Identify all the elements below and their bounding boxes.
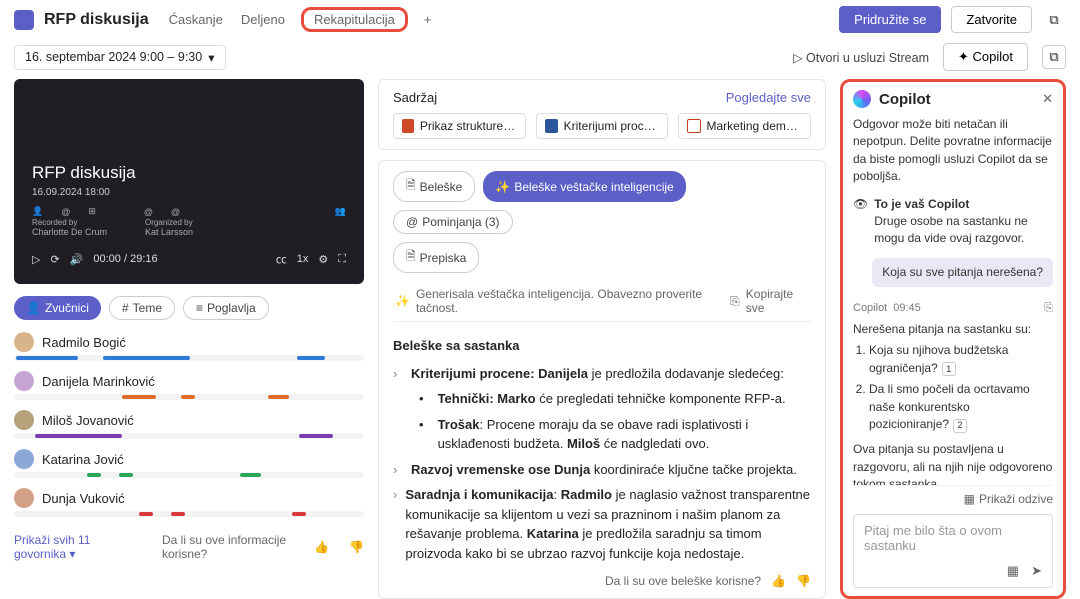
chevron-down-icon: ▾ — [208, 50, 214, 65]
show-all-speakers-link[interactable]: Prikaži svih 11 govornika ▾ — [14, 533, 122, 561]
helpful-label: Da li su ove informacije korisne? — [162, 533, 294, 561]
grid-icon[interactable]: ▦ — [964, 492, 975, 506]
video-player[interactable]: RFP diskusija 16.09.2024 18:00 👤 @⊞ @@ 👥… — [14, 79, 364, 284]
copy-icon[interactable]: ⎘ — [730, 294, 740, 309]
word-icon — [545, 119, 558, 133]
video-file-icon — [687, 119, 700, 133]
content-card: Sadržaj Pogledajte sve Prikaz strukture … — [378, 79, 826, 150]
tab-recap[interactable]: Rekapitulacija — [301, 7, 408, 32]
your-copilot-title: To je vaš Copilot — [874, 197, 969, 211]
your-copilot-text: Druge osobe na sastanku ne mogu da vide … — [874, 213, 1053, 248]
thumbs-down-icon[interactable]: 👎 — [796, 574, 811, 588]
copilot-answer-intro: Nerešena pitanja na sastanku su: — [853, 321, 1053, 338]
tab-ai-notes[interactable]: ✨ Beleške veštačke inteligencije — [483, 171, 685, 202]
copy-all-link[interactable]: Kopirajte sve — [746, 287, 809, 315]
prompt-grid-icon[interactable]: ▦ — [1007, 563, 1019, 579]
themes-pill[interactable]: # Teme — [109, 296, 175, 320]
copilot-input[interactable]: Pitaj me bilo šta o ovom sastanku ▦ ➤ — [853, 514, 1053, 588]
copilot-logo-icon — [853, 90, 871, 108]
tab-notes[interactable]: 🗎 Beleške — [393, 171, 475, 202]
popout-icon[interactable]: ⧉ — [1042, 8, 1066, 32]
ref-badge[interactable]: 1 — [942, 362, 956, 376]
skip-icon[interactable]: ⟳ — [50, 253, 59, 266]
speed-label[interactable]: 1x — [297, 253, 309, 265]
tab-mentions[interactable]: @ Pominjanja (3) — [393, 210, 513, 234]
see-all-link[interactable]: Pogledajte sve — [726, 90, 811, 105]
notes-card: 🗎 Beleške ✨ Beleške veštačke inteligenci… — [378, 160, 826, 599]
video-datetime: 16.09.2024 18:00 — [32, 187, 346, 198]
avatar — [14, 332, 34, 352]
copilot-toggle-button[interactable]: ✦ Copilot — [943, 43, 1028, 71]
speakers-pill[interactable]: 👤 Zvučnici — [14, 296, 101, 320]
chevron-right-icon[interactable]: › — [393, 460, 403, 480]
avatar — [14, 371, 34, 391]
copilot-name: Copilot — [853, 301, 887, 317]
copilot-input-placeholder: Pitaj me bilo šta o ovom sastanku — [864, 523, 1042, 553]
person-icon: 👤 — [32, 206, 43, 217]
cc-icon[interactable]: ㏄ — [276, 251, 287, 267]
speaker-row[interactable]: Miloš Jovanović — [14, 410, 364, 439]
meeting-date-chip[interactable]: 16. septembar 2024 9:00 – 9:30 ▾ — [14, 45, 226, 70]
video-time: 00:00 / 29:16 — [93, 253, 157, 265]
chapters-pill[interactable]: ≡ Poglavlja — [183, 296, 269, 320]
chevron-right-icon[interactable]: › — [393, 364, 403, 384]
chevron-right-icon[interactable]: › — [393, 485, 397, 563]
notes-heading: Beleške sa sastanka — [393, 336, 811, 356]
content-title: Sadržaj — [393, 90, 437, 105]
thumbs-up-icon[interactable]: 👍 — [771, 574, 786, 588]
copy-response-icon[interactable]: ⎘ — [1044, 301, 1053, 317]
group-icon: 👥 — [335, 206, 346, 217]
send-icon[interactable]: ➤ — [1031, 563, 1042, 579]
copilot-time: 09:45 — [893, 301, 921, 317]
close-panel-icon[interactable]: ✕ — [1042, 91, 1053, 107]
copilot-answer-outro: Ova pitanja su postavljena u razgovoru, … — [853, 441, 1053, 485]
powerpoint-icon — [402, 119, 414, 133]
thumbs-down-icon[interactable]: 👎 — [349, 540, 364, 554]
file-chip[interactable]: Marketing demo f... — [678, 113, 811, 139]
speakers-list: Radmilo Bogić Danijela Marinković Miloš … — [14, 332, 364, 527]
sparkle-icon: ✨ — [395, 294, 410, 308]
tab-shared[interactable]: Deljeno — [239, 8, 287, 31]
fullscreen-icon[interactable]: ⛶ — [338, 253, 346, 266]
play-icon[interactable]: ▷ — [32, 253, 40, 266]
tab-chat[interactable]: Ćaskanje — [167, 8, 225, 31]
avatar — [14, 488, 34, 508]
open-stream-link[interactable]: ▷ Otvori u usluzi Stream — [793, 50, 929, 65]
page-title: RFP diskusija — [44, 11, 149, 29]
date-text: 16. septembar 2024 9:00 – 9:30 — [25, 50, 202, 64]
ai-disclaimer: Generisala veštačka inteligencija. Obave… — [416, 287, 718, 315]
thumbs-up-icon[interactable]: 👍 — [314, 540, 329, 554]
avatar — [14, 449, 34, 469]
speaker-row[interactable]: Dunja Vuković — [14, 488, 364, 517]
tab-transcript[interactable]: 🗎 Prepiska — [393, 242, 479, 273]
add-tab-button[interactable]: + — [422, 8, 434, 31]
volume-icon[interactable]: 🔊 — [70, 253, 84, 266]
show-prompts-link[interactable]: Prikaži odzive — [979, 492, 1053, 506]
copilot-title: Copilot — [879, 91, 1034, 108]
ref-badge[interactable]: 2 — [953, 419, 967, 433]
tabs: Ćaskanje Deljeno Rekapitulacija + — [167, 7, 434, 32]
video-title: RFP diskusija — [32, 163, 346, 183]
more-icon[interactable]: ⧉ — [1042, 45, 1066, 69]
copilot-panel: Copilot ✕ Odgovor može biti netačan ili … — [840, 79, 1066, 599]
settings-icon[interactable]: ⚙ — [318, 253, 328, 266]
copilot-disclaimer: Odgovor može biti netačan ili nepotpun. … — [853, 116, 1053, 186]
user-message: Koja su sve pitanja nerešena? — [872, 258, 1053, 287]
avatar — [14, 410, 34, 430]
answer-item: Da li smo počeli da ocrtavamo naše konku… — [869, 381, 1053, 433]
answer-item: Koja su njihova budžetska ograničenja?1 — [869, 342, 1053, 377]
close-button[interactable]: Zatvorite — [951, 6, 1032, 33]
eye-icon: 👁 — [853, 196, 868, 248]
speaker-row[interactable]: Katarina Jović — [14, 449, 364, 478]
join-button[interactable]: Pridružite se — [839, 6, 941, 33]
speaker-row[interactable]: Danijela Marinković — [14, 371, 364, 400]
notes-helpful-label: Da li su ove beleške korisne? — [605, 574, 761, 588]
app-icon — [14, 10, 34, 30]
speaker-row[interactable]: Radmilo Bogić — [14, 332, 364, 361]
file-chip[interactable]: Prikaz strukture pro... — [393, 113, 526, 139]
file-chip[interactable]: Kriterijumi procen... — [536, 113, 669, 139]
